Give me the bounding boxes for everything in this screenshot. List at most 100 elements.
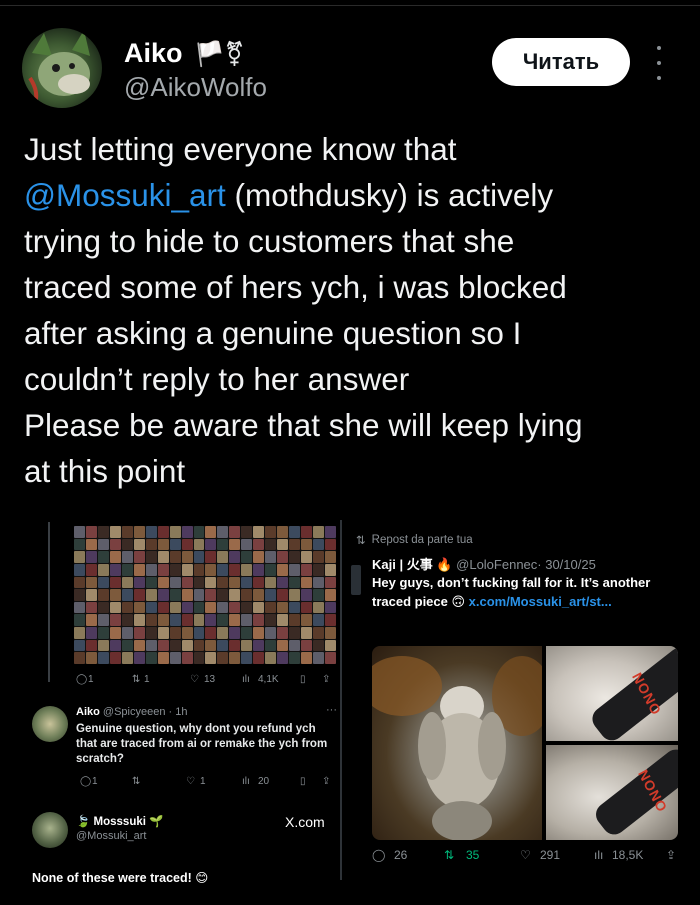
thumbnail-tile [193,652,205,664]
thumbnail-tile [121,652,133,664]
thumbnail-tile [145,576,157,589]
thumbnail-tile [169,601,181,614]
like-icon: ♡ [186,775,195,787]
thumbnail-tile [181,576,193,589]
thumbnail-tile [85,526,97,538]
thumbnail-tile [277,614,289,627]
thumbnail-tile [74,652,85,664]
thumbnail-tile [229,627,241,639]
mossuki-reply-text: None of these were traced! 😊 [32,871,209,885]
repost-count: 35 [466,848,480,862]
thumbnail-tile [217,526,229,538]
more-options-icon[interactable] [652,46,666,80]
share-icon: ⇪ [322,673,331,685]
author-handle[interactable]: @AikoWolfo [124,72,267,103]
thumbnail-tile [121,551,133,563]
thumbnail-tile [205,526,217,538]
thumbnail-tile [205,601,217,614]
tweet-line: at this point [24,453,186,489]
author-avatar[interactable] [22,28,102,108]
thumbnail-tile [289,551,301,563]
like-count: 1 [200,775,206,787]
thumbnail-tile [74,589,85,601]
thumbnail-tile [157,601,169,614]
thumbnail-tile [253,652,265,664]
thumbnail-tile [265,538,277,551]
thumbnail-tile [85,627,97,639]
thumbnail-tile [217,652,229,664]
mossuki-name: 🍃 Mosssuki 🌱 [76,816,164,828]
views-count: 20 [258,775,270,787]
reply-text: Genuine question, why dont you refund yc… [76,723,328,765]
tweet-line: @Mossuki_art (mothdusky) is actively [24,177,554,213]
thumbnail-tile [313,627,325,639]
thumbnail-tile [301,652,313,664]
reply-icon: ◯ [76,673,88,685]
mossuki-avatar [32,812,68,848]
thumbnail-tile [277,639,289,652]
thumbnail-tile [121,639,133,652]
read-button[interactable]: Читать [492,38,630,86]
thumbnail-tile [313,526,325,538]
thumbnail-tile [229,652,241,664]
thumbnail-tile [289,627,301,639]
thumbnail-tile [193,601,205,614]
thumbnail-tile [241,526,253,538]
thumbnail-tile [253,538,265,551]
thumbnail-tile [97,589,109,601]
thumbnail-tile [277,551,289,563]
thumbnail-tile [169,526,181,538]
thumbnail-tile [253,589,265,601]
thumbnail-tile [301,589,313,601]
thumbnail-tile [169,614,181,627]
thumbnail-tile [241,563,253,576]
thumbnail-tile [241,639,253,652]
thumbnail-tile [193,614,205,627]
author-display-name[interactable]: Aiko [124,38,183,69]
thumbnail-tile [277,576,289,589]
thumbnail-tile [313,538,325,551]
thumbnail-tile [181,652,193,664]
thumbnail-tile [97,639,109,652]
thumbnail-tile [157,627,169,639]
thumbnail-tile [193,589,205,601]
artwork-top-right: NONO [546,646,678,741]
thumbnail-tile [193,526,205,538]
thumbnail-tile [133,639,145,652]
thumbnail-tile [85,614,97,627]
bookmark-icon: ▯ [300,775,306,787]
thumbnail-tile [145,538,157,551]
thumbnail-tile [277,538,289,551]
thumbnail-tile [217,614,229,627]
mention-link[interactable]: @Mossuki_art [24,177,226,213]
thumbnail-tile [253,551,265,563]
thumbnail-tile [289,652,301,664]
tweet-line: after asking a genuine question so I [24,315,522,351]
thumbnail-tile [217,551,229,563]
thumbnail-tile [109,627,121,639]
repost-icon: ⇅ [444,848,455,862]
thumbnail-tile [301,576,313,589]
thumbnail-tile [289,563,301,576]
thumbnail-tile [109,576,121,589]
thumbnail-tile [109,551,121,563]
thumbnail-tile [313,563,325,576]
thumbnail-tile [109,563,121,576]
reply-icon: ◯ [372,848,386,862]
thumbnail-tile [205,652,217,664]
xcom-label: X.com [285,814,325,830]
thumbnail-tile [301,639,313,652]
thumbnail-tile [145,627,157,639]
thumbnail-tile [74,551,85,563]
thumbnail-tile [241,551,253,563]
thumbnail-tile [74,627,85,639]
thumbnail-tile [289,601,301,614]
reply-action-bar: ◯ 1 ⇅ ♡ 1 ılı 20 ▯ ⇪ [76,774,338,788]
thumbnail-tile [157,614,169,627]
kaji-link: x.com/Mossuki_art/st... [468,594,612,609]
thumbnail-tile [109,614,121,627]
thumbnail-tile [313,551,325,563]
thumbnail-tile [181,614,193,627]
thumbnail-tile [325,627,336,639]
thumbnail-tile [74,614,85,627]
